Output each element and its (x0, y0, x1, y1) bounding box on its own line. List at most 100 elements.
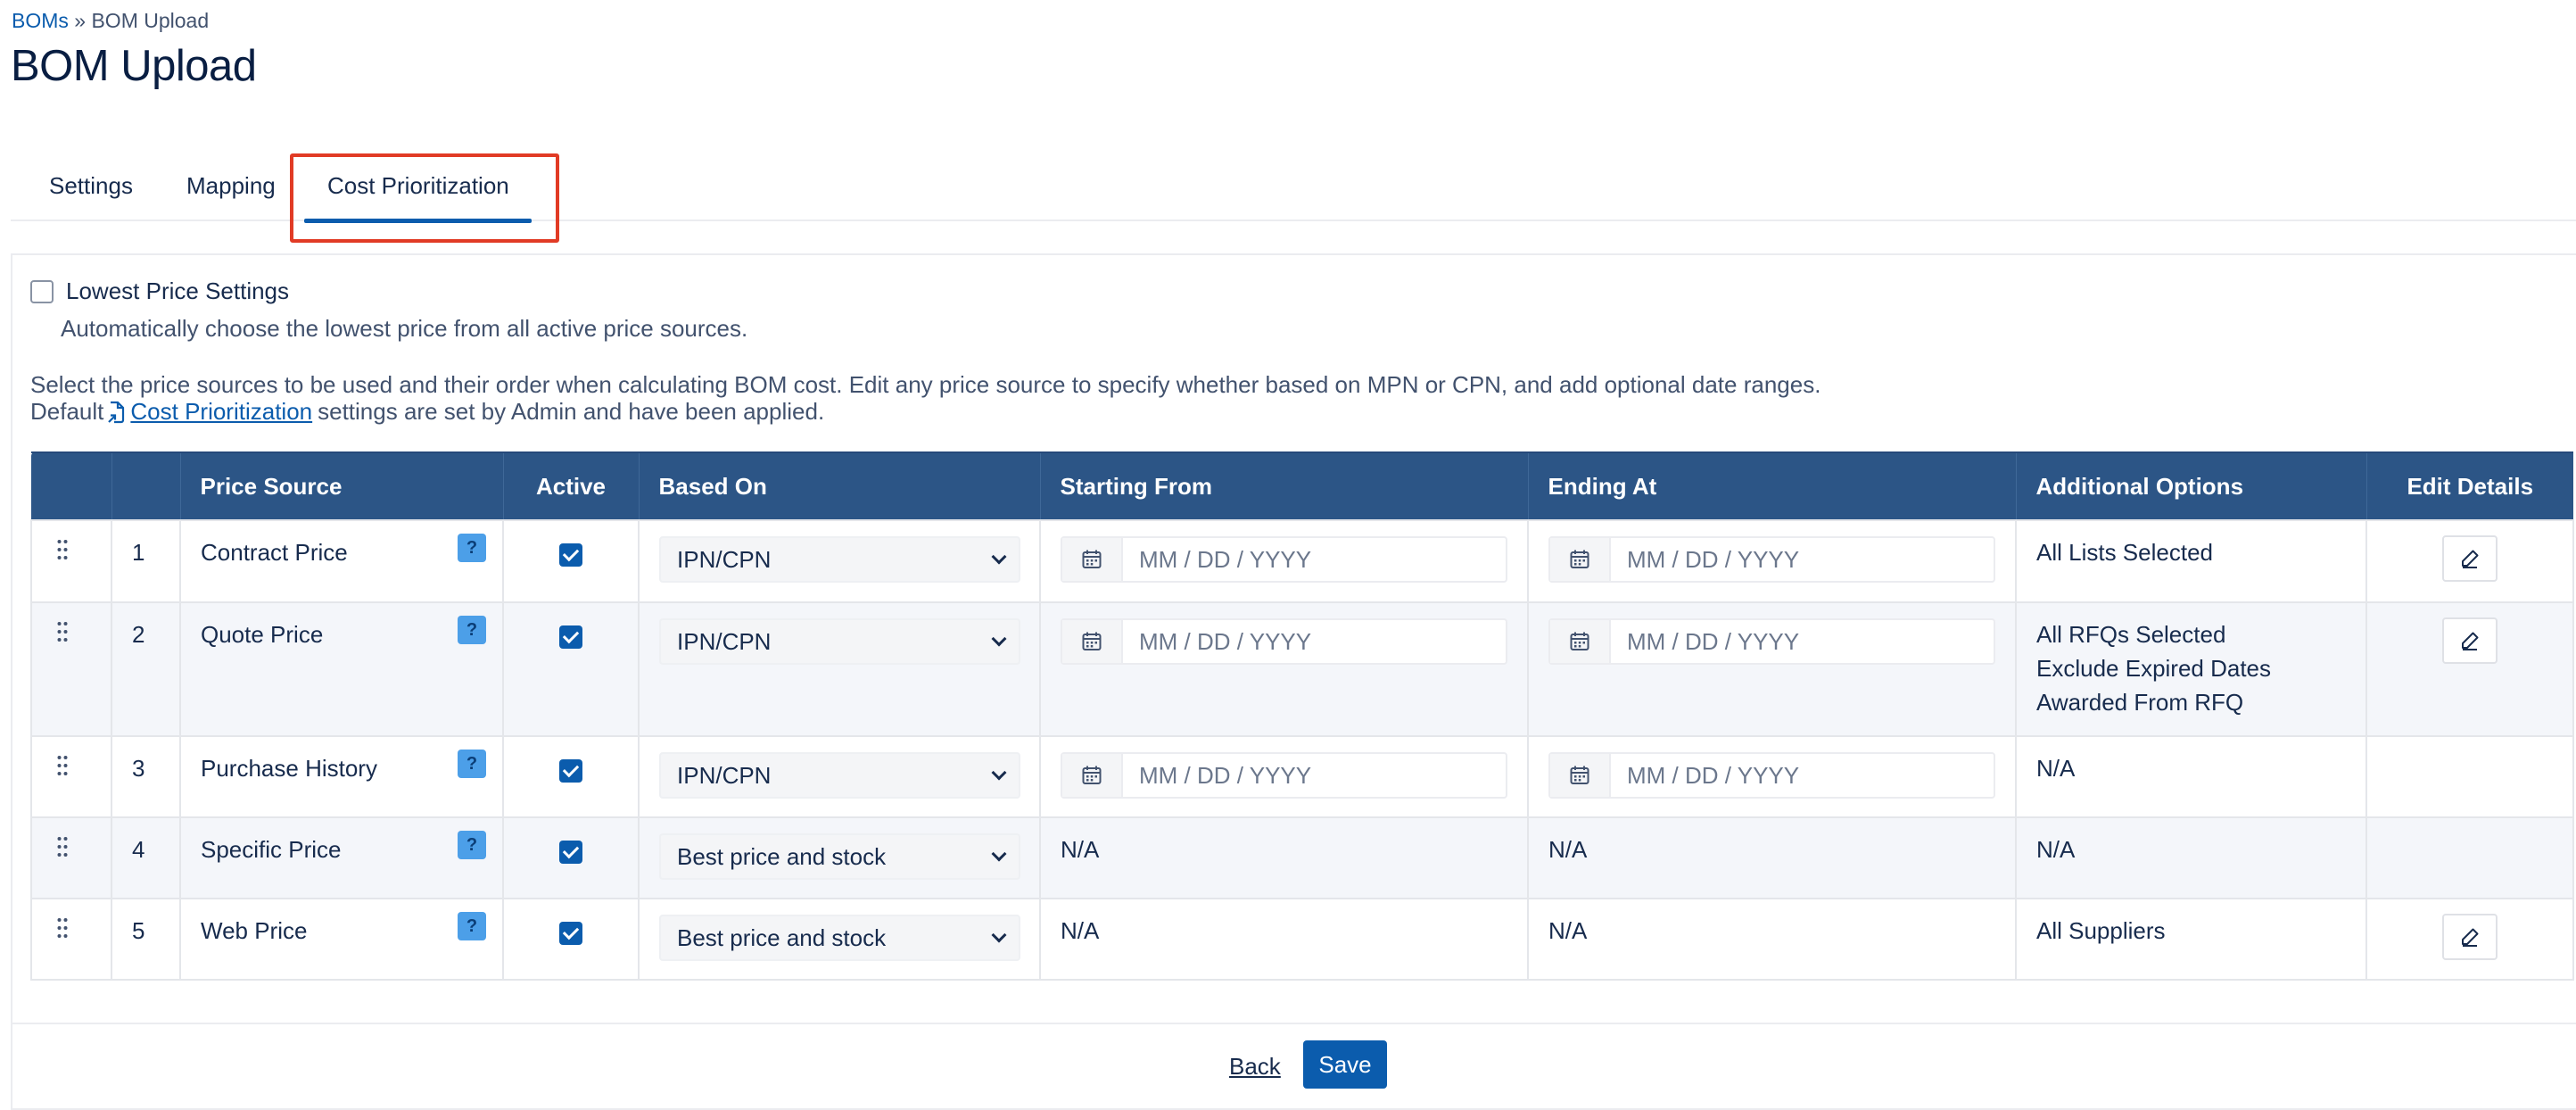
row-number: 4 (111, 816, 181, 899)
tab-bar: Settings Mapping Cost Prioritization (11, 150, 2576, 223)
page-title: BOM Upload (11, 42, 257, 90)
breadcrumb-current: BOM Upload (91, 9, 210, 32)
lowest-price-checkbox[interactable] (30, 279, 54, 303)
chevron-down-icon (991, 631, 1007, 647)
tab-mapping[interactable]: Mapping (186, 150, 276, 221)
tab-cost-prioritization[interactable]: Cost Prioritization (304, 150, 532, 223)
cost-prioritization-link[interactable]: Cost Prioritization (107, 398, 312, 426)
end-date-input[interactable]: MM / DD / YYYY (1548, 536, 1995, 583)
help-icon[interactable]: ? (458, 616, 486, 644)
based-on-select[interactable]: IPN/CPN (659, 752, 1020, 799)
header-additional-options: Additional Options (2015, 451, 2366, 520)
ending-at-cell: N/A (1527, 898, 2017, 981)
active-checkbox[interactable] (559, 759, 582, 783)
option-item: All RFQs Selected (2036, 621, 2226, 648)
cost-prioritization-link-label: Cost Prioritization (130, 398, 313, 425)
active-checkbox[interactable] (559, 543, 582, 567)
active-checkbox[interactable] (559, 625, 582, 649)
breadcrumb: BOMs » BOM Upload (12, 9, 209, 33)
calendar-icon[interactable] (1550, 620, 1611, 663)
additional-options-cell: All Suppliers (2015, 898, 2367, 981)
drag-handle-icon (57, 622, 68, 642)
breadcrumb-boms-link[interactable]: BOMs (12, 9, 69, 32)
calendar-icon[interactable] (1550, 538, 1611, 581)
based-on-select[interactable]: IPN/CPN (659, 618, 1020, 665)
row-number: 3 (111, 735, 181, 818)
start-date-input[interactable]: MM / DD / YYYY (1061, 752, 1507, 799)
edit-button[interactable] (2442, 535, 2498, 582)
drag-handle-cell[interactable] (30, 735, 112, 818)
date-placeholder: MM / DD / YYYY (1627, 762, 1800, 789)
edit-details-cell (2365, 898, 2574, 981)
based-on-value: IPN/CPN (677, 545, 772, 573)
active-checkbox[interactable] (559, 841, 582, 864)
start-date-input[interactable]: MM / DD / YYYY (1061, 536, 1507, 583)
pencil-icon (2462, 928, 2479, 947)
table-row: 3 Purchase History? IPN/CPN MM / DD / YY… (30, 735, 2574, 818)
back-button[interactable]: Back (1229, 1053, 1281, 1081)
calendar-icon[interactable] (1062, 538, 1123, 581)
help-icon[interactable]: ? (458, 534, 486, 562)
pencil-icon (2462, 632, 2479, 650)
price-source-name: Purchase History (201, 755, 377, 782)
header-starting-from: Starting From (1039, 451, 1528, 520)
edit-button[interactable] (2442, 914, 2498, 960)
starting-from-cell: N/A (1039, 816, 1529, 899)
header-based-on: Based On (638, 451, 1040, 520)
price-source-name: Web Price (201, 917, 308, 944)
date-placeholder: MM / DD / YYYY (1627, 546, 1800, 573)
drag-handle-cell[interactable] (30, 816, 112, 899)
based-on-select[interactable]: Best price and stock (659, 833, 1020, 880)
price-source-cell: Quote Price? (179, 601, 504, 737)
based-on-value: IPN/CPN (677, 761, 772, 789)
breadcrumb-separator: » (74, 9, 87, 32)
calendar-icon[interactable] (1062, 620, 1123, 663)
chevron-down-icon (991, 765, 1007, 781)
additional-options-cell: All Lists Selected (2015, 519, 2367, 603)
drag-handle-icon (57, 756, 68, 775)
drag-handle-icon (57, 918, 68, 938)
based-on-value: IPN/CPN (677, 627, 772, 655)
price-source-name: Specific Price (201, 836, 342, 863)
based-on-value: Best price and stock (677, 842, 887, 870)
edit-details-cell (2365, 601, 2574, 737)
starting-from-cell: MM / DD / YYYY (1039, 601, 1529, 737)
default-prefix: Default (30, 398, 104, 425)
instructions-text: Select the price sources to be used and … (30, 371, 1821, 398)
price-source-cell: Web Price? (179, 898, 504, 981)
option-item: N/A (2036, 836, 2076, 863)
start-date-input[interactable]: MM / DD / YYYY (1061, 618, 1507, 665)
help-icon[interactable]: ? (458, 750, 486, 778)
table-row: 4 Specific Price? Best price and stock N… (30, 816, 2574, 899)
price-source-cell: Contract Price? (179, 519, 504, 603)
tab-settings[interactable]: Settings (49, 150, 133, 221)
starting-from-cell: MM / DD / YYYY (1039, 735, 1529, 818)
pencil-icon (2462, 550, 2479, 568)
table-header-row: Price Source Active Based On Starting Fr… (31, 451, 2573, 520)
active-checkbox[interactable] (559, 922, 582, 945)
drag-handle-icon (57, 540, 68, 559)
edit-button[interactable] (2442, 617, 2498, 664)
drag-handle-cell[interactable] (30, 601, 112, 737)
based-on-select[interactable]: Best price and stock (659, 915, 1020, 961)
based-on-cell: IPN/CPN (638, 601, 1041, 737)
row-number: 1 (111, 519, 181, 603)
save-button[interactable]: Save (1303, 1040, 1387, 1089)
based-on-select[interactable]: IPN/CPN (659, 536, 1020, 583)
active-cell (502, 519, 640, 603)
starting-from-cell: N/A (1039, 898, 1529, 981)
calendar-icon[interactable] (1550, 754, 1611, 797)
price-source-cell: Specific Price? (179, 816, 504, 899)
help-icon[interactable]: ? (458, 912, 486, 940)
date-placeholder: MM / DD / YYYY (1139, 762, 1312, 789)
option-item: N/A (2036, 755, 2076, 782)
price-source-cell: Purchase History? (179, 735, 504, 818)
default-suffix: settings are set by Admin and have been … (318, 398, 825, 425)
date-placeholder: MM / DD / YYYY (1139, 546, 1312, 573)
drag-handle-cell[interactable] (30, 519, 112, 603)
end-date-input[interactable]: MM / DD / YYYY (1548, 618, 1995, 665)
drag-handle-cell[interactable] (30, 898, 112, 981)
end-date-input[interactable]: MM / DD / YYYY (1548, 752, 1995, 799)
calendar-icon[interactable] (1062, 754, 1123, 797)
help-icon[interactable]: ? (458, 831, 486, 859)
